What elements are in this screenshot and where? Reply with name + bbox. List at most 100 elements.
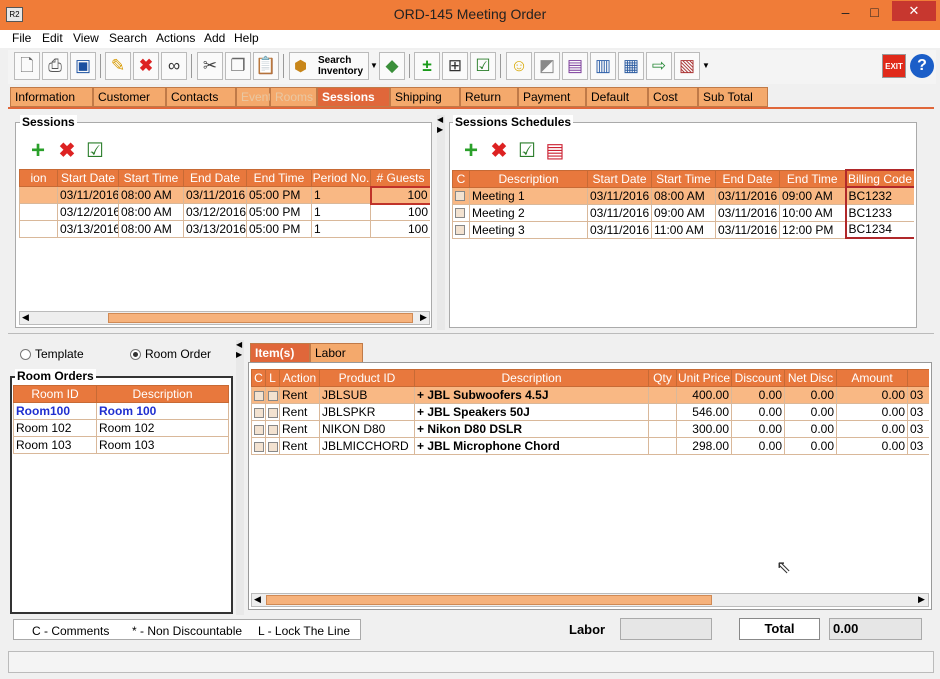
template-radio[interactable]: Template (20, 347, 84, 361)
col-header[interactable]: Action (279, 369, 320, 387)
col-header[interactable]: Start Time (651, 169, 716, 188)
delete-icon[interactable]: ✖ (133, 52, 159, 80)
lock-checkbox[interactable] (265, 420, 280, 438)
tab-shipping[interactable]: Shipping (390, 87, 460, 107)
col-header[interactable]: Start Time (118, 169, 184, 187)
col-header[interactable]: Description (469, 169, 588, 188)
billing-code-cell[interactable]: BC1233 (844, 203, 914, 222)
col-header[interactable]: ion (19, 169, 58, 187)
col-header[interactable]: End Date (183, 169, 247, 187)
items-hscrollbar[interactable]: ◀ ▶ (251, 593, 929, 607)
table-row[interactable]: 03/11/2016 08:00 AM 03/11/2016 05:00 PM 1 100 (19, 185, 430, 205)
table-row[interactable]: 03/12/2016 08:00 AM 03/12/2016 05:00 PM 1 100 (19, 203, 430, 221)
col-header[interactable]: End Time (246, 169, 312, 187)
sessions-hscrollbar[interactable]: ◀ ▶ (19, 311, 430, 325)
col-header[interactable]: Start Date (57, 169, 119, 187)
table-row[interactable]: Rent JBLSPKR + JBL Speakers 50J 546.00 0.00 0… (251, 403, 929, 421)
add-schedule-icon[interactable]: + (459, 139, 483, 163)
col-header[interactable]: End Date (715, 169, 780, 188)
checklist-icon[interactable]: ☑ (470, 52, 496, 80)
tab-labor[interactable]: Labor (310, 343, 363, 363)
col-header[interactable]: Amount (836, 369, 908, 387)
col-header[interactable]: Room ID (13, 385, 97, 403)
col-header[interactable]: Net Disc (784, 369, 837, 387)
building-icon[interactable]: ▥ (590, 52, 616, 80)
tab-payment[interactable]: Payment (518, 87, 586, 107)
edit-schedule-icon[interactable]: ☑ (515, 139, 539, 163)
close-button[interactable]: ✕ (892, 1, 936, 21)
report-icon[interactable]: ▦ (618, 52, 644, 80)
save-icon[interactable]: ▣ (70, 52, 96, 80)
tab-information[interactable]: Information (10, 87, 93, 107)
table-row[interactable]: Meeting 2 03/11/2016 09:00 AM 03/11/2016 10:… (452, 203, 914, 222)
tab-rooms[interactable]: Rooms (270, 87, 317, 107)
tab-cost[interactable]: Cost (648, 87, 698, 107)
table-row[interactable]: Room 103 Room 103 (13, 436, 229, 454)
table-row[interactable]: Rent JBLSUB + JBL Subwoofers 4.5J 400.00 0.0… (251, 386, 929, 404)
minimize-button[interactable]: – (832, 2, 859, 22)
scroll-left-icon[interactable]: ◀ (254, 594, 261, 605)
delete-schedule-icon[interactable]: ✖ (487, 139, 511, 163)
table-row[interactable]: Room 102 Room 102 (13, 419, 229, 437)
copy-icon[interactable]: ❐ (225, 52, 251, 80)
col-header[interactable]: Start Date (587, 169, 652, 188)
menu-file[interactable]: File (12, 31, 31, 45)
col-header[interactable]: L (265, 369, 280, 387)
calculator-icon[interactable]: ⊞ (442, 52, 468, 80)
col-header[interactable] (907, 369, 929, 387)
col-header[interactable]: Unit Price (676, 369, 732, 387)
dropdown-arrow-icon[interactable]: ▼ (370, 52, 378, 80)
search-inventory-button[interactable]: ⬢ Search Inventory (289, 52, 369, 80)
col-header[interactable]: Product ID (319, 369, 415, 387)
col-header[interactable]: Description (96, 385, 229, 403)
paste-icon[interactable]: 📋 (253, 52, 279, 80)
add-remove-icon[interactable]: ± (414, 52, 440, 80)
row-checkbox[interactable] (251, 386, 266, 404)
cut-icon[interactable]: ✂ (197, 52, 223, 80)
shapes-icon[interactable]: ◆ (379, 52, 405, 80)
billing-code-cell[interactable]: BC1234 (844, 220, 914, 239)
delete-session-icon[interactable]: ✖ (55, 139, 79, 163)
lock-checkbox[interactable] (265, 403, 280, 421)
new-document-icon[interactable]: 🗋 (14, 52, 40, 80)
tab-sub-total[interactable]: Sub Total (698, 87, 768, 107)
tab-contacts[interactable]: Contacts (166, 87, 236, 107)
help-icon[interactable]: ? (910, 54, 934, 78)
billing-code-cell[interactable]: BC1232 (844, 186, 914, 205)
chart-icon[interactable]: ▧ (674, 52, 700, 80)
print-icon[interactable]: ⎙ (42, 52, 68, 80)
col-header[interactable]: End Time (779, 169, 846, 188)
tab-default[interactable]: Default (586, 87, 648, 107)
table-row[interactable]: Room100 Room 100 (13, 402, 229, 420)
menu-view[interactable]: View (73, 31, 99, 45)
row-checkbox[interactable] (251, 437, 266, 455)
row-checkbox[interactable] (251, 420, 266, 438)
edit-pencil-icon[interactable]: ✎ (105, 52, 131, 80)
menu-help[interactable]: Help (234, 31, 259, 45)
scroll-thumb[interactable] (266, 595, 712, 605)
menu-add[interactable]: Add (204, 31, 225, 45)
maximize-button[interactable]: □ (861, 2, 888, 22)
col-header[interactable]: C (251, 369, 266, 387)
col-header[interactable]: Description (414, 369, 649, 387)
add-session-icon[interactable]: + (26, 139, 50, 163)
table-row[interactable]: Meeting 3 03/11/2016 11:00 AM 03/11/2016 12:… (452, 220, 914, 239)
room-order-radio[interactable]: Room Order (130, 347, 211, 361)
schedule-report-icon[interactable]: ▤ (543, 139, 567, 163)
lock-checkbox[interactable] (265, 437, 280, 455)
tab-items[interactable]: Item(s) (250, 343, 310, 363)
table-row[interactable]: Rent NIKON D80 + Nikon D80 DSLR 300.00 0.00 0… (251, 420, 929, 438)
col-header[interactable]: Qty (648, 369, 677, 387)
col-header[interactable]: C (452, 169, 470, 188)
tab-customer[interactable]: Customer (93, 87, 166, 107)
dropdown-arrow-icon[interactable]: ▼ (702, 52, 710, 80)
row-checkbox[interactable] (452, 220, 470, 239)
table-row[interactable]: 03/13/2016 08:00 AM 03/13/2016 05:00 PM 1 100 (19, 220, 430, 238)
row-checkbox[interactable] (251, 403, 266, 421)
scroll-left-icon[interactable]: ◀ (22, 312, 29, 323)
tab-sessions[interactable]: Sessions (317, 87, 390, 107)
scroll-right-icon[interactable]: ▶ (918, 594, 925, 605)
billing-code-header[interactable]: Billing Code (844, 169, 914, 188)
menu-search[interactable]: Search (109, 31, 147, 45)
lock-checkbox[interactable] (265, 386, 280, 404)
